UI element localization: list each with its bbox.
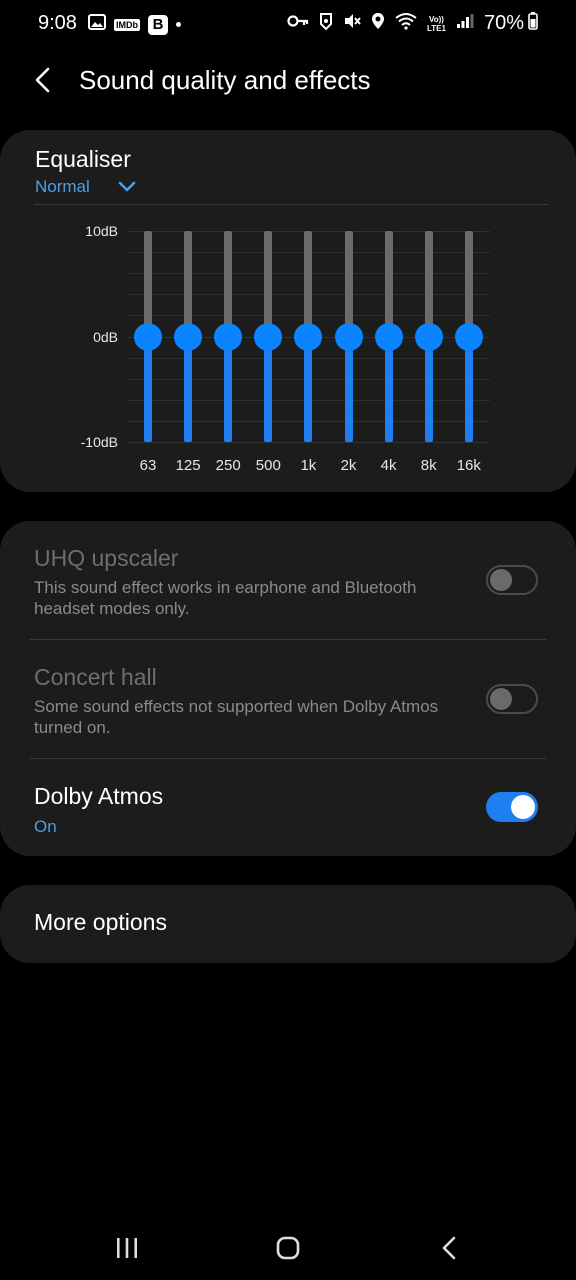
equaliser-preset-value: Normal <box>35 177 90 196</box>
concert-hall-title: Concert hall <box>34 664 157 690</box>
dot-icon <box>176 22 181 27</box>
battery-icon <box>528 12 538 35</box>
shield-app-icon <box>319 12 333 35</box>
uhq-upscaler-title: UHQ upscaler <box>34 545 179 571</box>
wifi-icon <box>395 12 417 35</box>
equaliser-card: Equaliser Normal 10dB 0dB -10dB 63 125 250… <box>0 130 576 492</box>
mute-icon <box>343 12 361 35</box>
eq-track-lower <box>224 336 233 442</box>
equaliser-title[interactable]: Equaliser <box>35 146 131 173</box>
page-title: Sound quality and effects <box>79 65 371 95</box>
eq-track-lower <box>344 336 353 442</box>
b-app-icon: B <box>148 14 168 35</box>
imdb-icon: IMDb <box>114 18 140 31</box>
eq-slider-thumb[interactable] <box>134 322 162 351</box>
dolby-atmos-state: On <box>34 817 57 836</box>
eq-track-upper <box>264 231 273 337</box>
back-icon <box>442 1236 456 1260</box>
more-options-card[interactable]: More options <box>0 885 576 963</box>
eq-slider-thumb[interactable] <box>214 322 243 351</box>
eq-track-lower <box>184 336 193 442</box>
chevron-down-icon <box>118 181 136 192</box>
app-header: Sound quality and effects <box>0 56 576 106</box>
divider <box>30 639 546 640</box>
eq-track-lower <box>144 336 152 442</box>
location-icon <box>371 12 385 35</box>
db-label-mid: 0dB <box>93 329 118 345</box>
battery-percent: 70% <box>483 12 524 34</box>
equaliser-preset-dropdown[interactable]: Normal <box>35 177 136 197</box>
eq-track-upper <box>424 231 433 337</box>
volte-icon: Vo)) LTE1 <box>427 15 446 33</box>
eq-track-lower <box>464 336 473 442</box>
eq-track-upper <box>344 231 353 337</box>
eq-frequency-label: 500 <box>255 457 281 474</box>
signal-icon <box>456 13 474 34</box>
recent-apps-button[interactable] <box>107 1232 147 1264</box>
eq-track-upper <box>144 231 152 337</box>
dolby-atmos-toggle[interactable] <box>486 792 538 822</box>
db-label-top: 10dB <box>85 223 118 239</box>
eq-track-lower <box>264 336 273 442</box>
gallery-icon <box>88 14 106 35</box>
vpn-key-icon <box>287 14 309 33</box>
eq-frequency-label: 8k <box>420 457 437 474</box>
concert-hall-toggle[interactable] <box>486 684 538 714</box>
eq-slider-thumb[interactable] <box>334 322 363 351</box>
home-button[interactable] <box>268 1232 308 1264</box>
eq-slider-thumb[interactable] <box>174 322 203 351</box>
eq-track-upper <box>304 231 313 337</box>
uhq-upscaler-description: This sound effect works in earphone and … <box>34 578 417 618</box>
eq-track-upper <box>224 231 233 337</box>
eq-track-upper <box>384 231 393 337</box>
eq-slider-thumb[interactable] <box>374 322 403 351</box>
eq-slider-thumb[interactable] <box>454 322 483 351</box>
eq-track-upper <box>184 231 193 337</box>
eq-frequency-label: 250 <box>215 457 241 474</box>
eq-slider-thumb[interactable] <box>254 322 283 351</box>
eq-track-lower <box>384 336 393 442</box>
eq-slider-thumb[interactable] <box>414 322 443 351</box>
recent-apps-icon <box>117 1238 137 1258</box>
volte-line1: Vo)) <box>429 14 444 24</box>
nav-back-button[interactable] <box>430 1232 470 1264</box>
db-label-bottom: -10dB <box>80 434 118 450</box>
more-options-label: More options <box>34 909 167 935</box>
home-icon <box>276 1236 300 1260</box>
navigation-bar <box>0 1215 576 1280</box>
chevron-left-icon <box>35 67 50 93</box>
eq-frequency-label: 4k <box>380 457 397 474</box>
grid-line <box>128 442 490 443</box>
status-time: 9:08 <box>38 12 77 34</box>
status-bar: 9:08 IMDb B Vo)) LTE1 70% <box>0 0 576 48</box>
eq-frequency-label: 16k <box>456 457 481 474</box>
eq-frequency-label: 63 <box>139 457 157 474</box>
volte-line2: LTE1 <box>427 23 446 33</box>
concert-hall-description: Some sound effects not supported when Do… <box>34 697 439 737</box>
eq-track-lower <box>304 336 313 442</box>
eq-frequency-label: 1k <box>300 457 317 474</box>
eq-track-lower <box>424 336 433 442</box>
effects-card: UHQ upscaler This sound effect works in … <box>0 521 576 856</box>
eq-frequency-label: 2k <box>340 457 357 474</box>
back-button[interactable] <box>28 64 60 96</box>
equaliser-divider <box>34 204 548 205</box>
eq-track-upper <box>464 231 473 337</box>
eq-slider-thumb[interactable] <box>294 322 323 351</box>
eq-frequency-label: 125 <box>175 457 201 474</box>
dolby-atmos-title: Dolby Atmos <box>34 783 164 809</box>
uhq-upscaler-toggle[interactable] <box>486 565 538 595</box>
divider <box>30 758 546 759</box>
